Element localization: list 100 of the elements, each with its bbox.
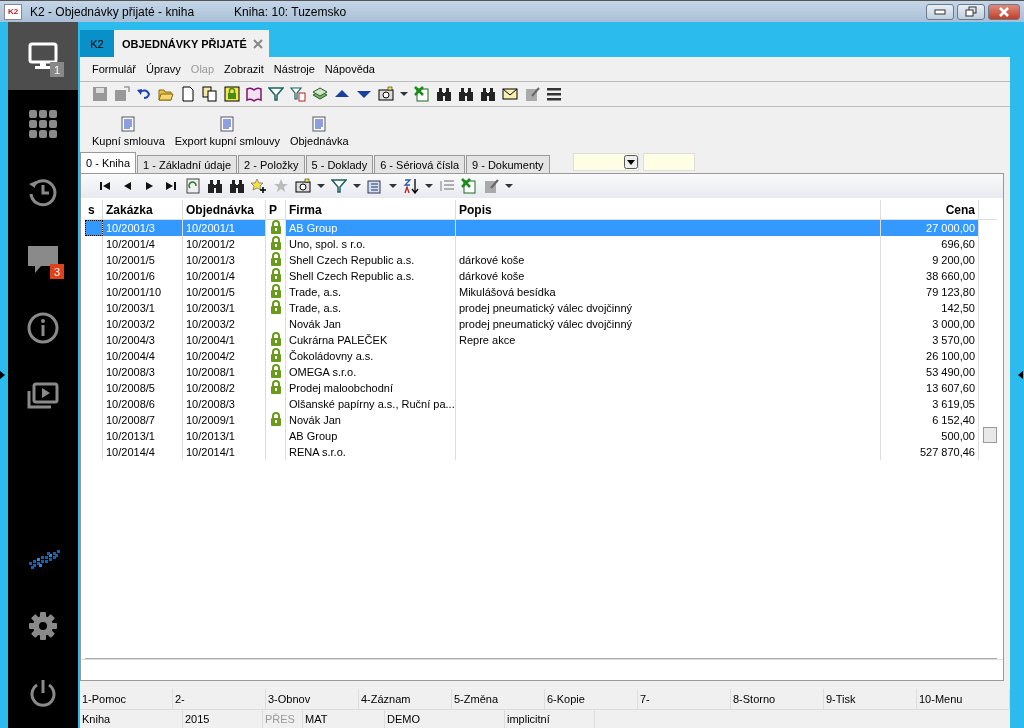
table-cell: Čokoládovny a.s.	[286, 348, 456, 364]
binoculars-icon[interactable]	[436, 86, 452, 102]
refresh-icon[interactable]	[185, 178, 201, 194]
camera-icon[interactable]	[378, 86, 394, 102]
spreadsheet-icon[interactable]	[461, 178, 477, 194]
table-cell: 10/2001/3	[103, 220, 183, 236]
tab[interactable]: 6 - Sériová čísla	[374, 155, 466, 173]
minimize-button[interactable]	[926, 3, 954, 20]
book-label: Kniha: 10: Tuzemsko	[234, 4, 348, 19]
table-cell: 13 607,60	[881, 380, 979, 396]
menu-item[interactable]: Úpravy	[146, 63, 181, 75]
table-cell: Trade, a.s.	[286, 300, 456, 316]
action-button[interactable]: Export kupní smlouvy	[174, 116, 280, 147]
table-cell: 26 100,00	[881, 348, 979, 364]
restore-button[interactable]	[957, 3, 985, 20]
column-header[interactable]: Objednávka	[183, 200, 266, 219]
table-cell: dárkové koše	[456, 252, 881, 268]
table-cell: 38 660,00	[881, 268, 979, 284]
table-cell: 10/2008/3	[103, 364, 183, 380]
copy-icon[interactable]	[202, 86, 218, 102]
status-field: MAT	[303, 710, 385, 728]
table-cell: 10/2003/2	[103, 316, 183, 332]
table-cell: 10/2001/5	[103, 252, 183, 268]
column-header[interactable]: Cena	[881, 200, 979, 219]
close-icon[interactable]	[252, 38, 263, 49]
table-cell: Mikulášová besídka	[456, 284, 881, 300]
tab[interactable]: 9 - Dokumenty	[466, 155, 550, 173]
table-cell: 696,60	[881, 236, 979, 252]
binoculars-back-icon[interactable]	[458, 86, 474, 102]
menu-item[interactable]: Nápověda	[324, 63, 375, 75]
filter-field[interactable]	[642, 153, 695, 171]
columns-icon[interactable]	[367, 178, 383, 194]
tab[interactable]: 5 - Doklady	[305, 155, 374, 173]
table-cell: 10/2004/3	[103, 332, 183, 348]
filter-dropdown[interactable]	[572, 153, 639, 171]
table-cell: Trade, a.s.	[286, 284, 456, 300]
apps-grid-icon	[29, 110, 57, 138]
filter-list-icon[interactable]	[290, 86, 306, 102]
padlock-icon[interactable]	[224, 86, 240, 102]
column-header[interactable]: Zakázka	[103, 200, 183, 219]
notepad-icon[interactable]	[524, 86, 540, 102]
table-cell: 10/2014/4	[103, 444, 183, 460]
table-cell: Novák Jan	[286, 412, 456, 428]
restore-icon	[965, 5, 977, 18]
filter-icon[interactable]	[268, 86, 284, 102]
table-cell: 10/2008/7	[103, 412, 183, 428]
status-field: 2015	[183, 710, 263, 728]
info-icon	[27, 312, 59, 344]
star-add-icon[interactable]	[251, 178, 267, 194]
action-button[interactable]: Kupní smlouva	[92, 116, 165, 147]
table-cell: Prodej maloobchodní	[286, 380, 456, 396]
table-cell: Repre akce	[456, 332, 881, 348]
spreadsheet-icon[interactable]	[414, 86, 430, 102]
filter-icon[interactable]	[331, 178, 347, 194]
column-header[interactable]: Popis	[456, 200, 881, 219]
count-badge: 1	[50, 62, 64, 77]
document-tab[interactable]: K2	[80, 30, 114, 57]
sidebar-item[interactable]: 3	[8, 226, 78, 294]
sort-icon[interactable]	[403, 178, 419, 194]
notepad-icon[interactable]	[483, 178, 499, 194]
binoculars-icon[interactable]	[207, 178, 223, 194]
tab[interactable]: 1 - Základní údaje	[137, 155, 238, 173]
camera-icon[interactable]	[295, 178, 311, 194]
settings-icon	[28, 611, 58, 641]
table-cell: 10/2001/4	[103, 236, 183, 252]
table-cell: 10/2001/6	[103, 268, 183, 284]
sidebar-item[interactable]: 1	[8, 22, 78, 90]
menu-icon[interactable]	[546, 86, 562, 102]
envelope-icon[interactable]	[502, 86, 518, 102]
action-button[interactable]: Objednávka	[289, 116, 349, 147]
menu-item[interactable]: Nástroje	[273, 63, 315, 75]
table-cell: dárkové koše	[456, 268, 881, 284]
table-cell: Cukrárna PALEČEK	[286, 332, 456, 348]
document-tab[interactable]: OBJEDNÁVKY PŘIJATÉ	[114, 30, 269, 57]
column-header[interactable]: s	[85, 200, 103, 219]
stack-icon[interactable]	[312, 86, 328, 102]
table-cell: 10/2004/4	[103, 348, 183, 364]
tab[interactable]: 0 - Kniha	[80, 152, 137, 173]
undo-icon[interactable]	[136, 86, 152, 102]
expand-arrow-icon[interactable]	[0, 371, 5, 379]
binoculars-icon[interactable]	[229, 178, 245, 194]
open-folder-icon[interactable]	[158, 86, 174, 102]
table-cell: prodej pneumatický válec dvojčinný	[456, 316, 881, 332]
column-header[interactable]: Firma	[286, 200, 456, 219]
binoculars-forward-icon[interactable]	[480, 86, 496, 102]
power-icon	[28, 679, 58, 709]
tab[interactable]: 2 - Položky	[238, 155, 305, 173]
table-cell: 53 490,00	[881, 364, 979, 380]
book-icon[interactable]	[246, 86, 262, 102]
table-cell: 10/2003/1	[103, 300, 183, 316]
close-button[interactable]	[988, 3, 1020, 20]
star-icon[interactable]	[273, 178, 289, 194]
menu-item[interactable]: Formulář	[92, 63, 136, 75]
column-header[interactable]: P	[266, 200, 286, 219]
table-cell: 27 000,00	[881, 220, 979, 236]
history-icon	[27, 176, 59, 208]
new-page-icon[interactable]	[180, 86, 196, 102]
menu-item[interactable]: Zobrazit	[224, 63, 264, 75]
collapse-arrow-icon[interactable]	[1018, 371, 1023, 379]
status-field: implicitní	[505, 710, 595, 728]
